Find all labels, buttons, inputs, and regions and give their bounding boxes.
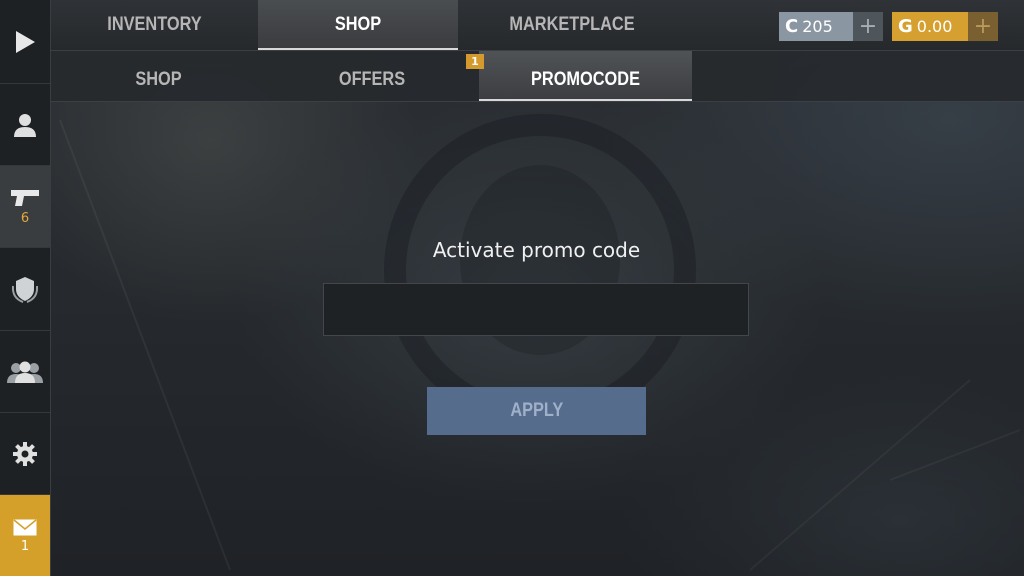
- gold-currency: G 0.00 +: [892, 12, 998, 41]
- mail-icon: [13, 518, 37, 535]
- gold-value: 0.00: [916, 17, 953, 36]
- gear-icon: [13, 441, 37, 466]
- profile-icon: [14, 113, 36, 137]
- sidebar-mail-button[interactable]: 1: [0, 495, 50, 576]
- friends-icon: [7, 361, 43, 383]
- silver-currency: C 205 +: [779, 12, 883, 41]
- sidebar-play-button[interactable]: [0, 0, 50, 84]
- tab-shop[interactable]: SHOP: [272, 0, 444, 50]
- tab-marketplace[interactable]: MARKETPLACE: [474, 0, 670, 50]
- silver-coin-icon: C: [785, 16, 799, 37]
- clan-shield-icon: [11, 277, 39, 303]
- subtab-shop[interactable]: SHOP: [66, 55, 251, 105]
- weapons-count: 6: [20, 211, 30, 226]
- mail-count: 1: [20, 538, 30, 554]
- sidebar-profile-button[interactable]: [0, 84, 50, 166]
- left-sidebar: 6 1: [0, 0, 51, 576]
- sidebar-settings-button[interactable]: [0, 413, 50, 495]
- promo-code-input[interactable]: [323, 283, 749, 336]
- add-silver-button[interactable]: +: [853, 12, 883, 41]
- sidebar-weapons-button[interactable]: 6: [0, 166, 50, 248]
- apply-label: APPLY: [510, 400, 563, 421]
- silver-value: 205: [802, 17, 833, 36]
- pistol-icon: [11, 190, 39, 206]
- subtab-promocode[interactable]: PROMOCODE: [494, 55, 677, 105]
- sidebar-clan-button[interactable]: [0, 248, 50, 331]
- promo-title: Activate promo code: [432, 238, 641, 262]
- silver-balance: C 205: [779, 12, 853, 41]
- gold-balance: G 0.00: [892, 12, 968, 41]
- play-icon: [16, 30, 35, 53]
- gold-coin-icon: G: [898, 16, 913, 37]
- add-gold-button[interactable]: +: [968, 12, 998, 41]
- tab-inventory[interactable]: INVENTORY: [65, 0, 243, 50]
- offers-badge: 1: [466, 54, 484, 69]
- apply-button[interactable]: APPLY: [427, 387, 646, 435]
- subtab-offers[interactable]: OFFERS: [281, 55, 463, 105]
- sidebar-friends-button[interactable]: [0, 331, 50, 413]
